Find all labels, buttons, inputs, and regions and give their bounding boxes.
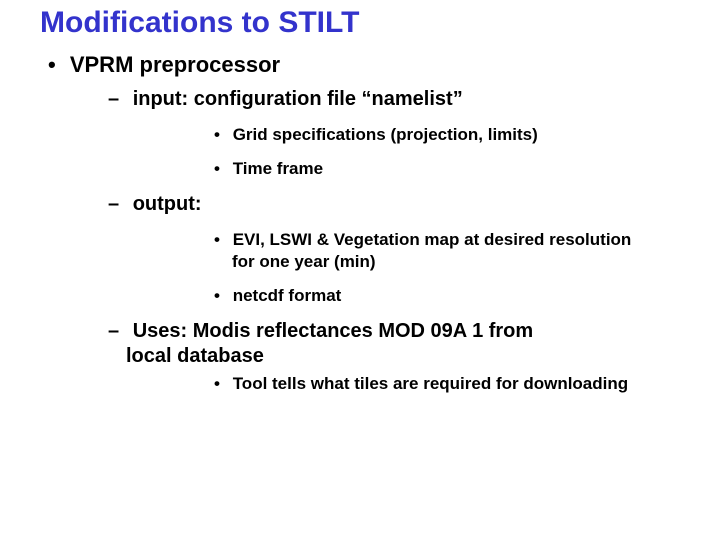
bullet-lvl2: input: configuration file “namelist” Gri… bbox=[108, 88, 700, 179]
lvl2-label: output: bbox=[133, 193, 202, 215]
bullet-lvl2: Uses: Modis reflectances MOD 09A 1 from … bbox=[108, 320, 700, 394]
bullet-lvl3: netcdf format bbox=[214, 286, 700, 306]
lvl3-label: Grid specifications (projection, limits) bbox=[233, 125, 538, 144]
lvl2-cont: local database bbox=[126, 345, 700, 368]
lvl3-label: Time frame bbox=[233, 159, 323, 178]
bullet-lvl2: output: EVI, LSWI & Vegetation map at de… bbox=[108, 193, 700, 306]
bullet-lvl3: Tool tells what tiles are required for d… bbox=[214, 374, 700, 394]
lvl3-label: Tool tells what tiles are required for d… bbox=[233, 374, 628, 393]
slide-title: Modifications to STILT bbox=[40, 6, 700, 40]
lvl3-label: netcdf format bbox=[233, 286, 342, 305]
lvl3-cont: for one year (min) bbox=[232, 252, 700, 272]
lvl2-label: input: configuration file “namelist” bbox=[133, 88, 463, 110]
bullet-lvl3: Grid specifications (projection, limits) bbox=[214, 125, 700, 145]
lvl2-label: Uses: Modis reflectances MOD 09A 1 from bbox=[133, 320, 534, 342]
bullet-lvl1: VPRM preprocessor input: configuration f… bbox=[48, 52, 700, 394]
bullet-list: VPRM preprocessor input: configuration f… bbox=[40, 52, 700, 394]
bullet-lvl3: Time frame bbox=[214, 159, 700, 179]
bullet-lvl3: EVI, LSWI & Vegetation map at desired re… bbox=[214, 230, 700, 272]
slide: Modifications to STILT VPRM preprocessor… bbox=[0, 0, 720, 540]
lvl1-label: VPRM preprocessor bbox=[70, 52, 280, 77]
lvl3-label: EVI, LSWI & Vegetation map at desired re… bbox=[233, 230, 632, 249]
